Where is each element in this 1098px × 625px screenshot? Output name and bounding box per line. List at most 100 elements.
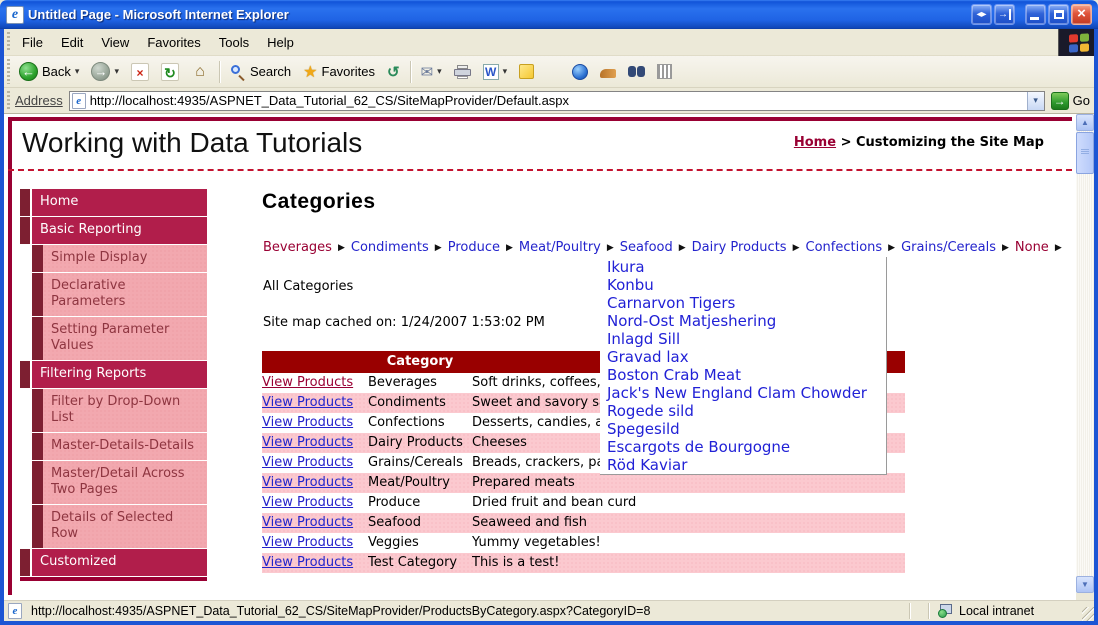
sidebar-item-details-of-selected-row[interactable]: Details of Selected Row xyxy=(32,505,207,549)
category-cell: Meat/Poultry xyxy=(368,475,450,490)
menu-arrow-icon: ▶ xyxy=(505,242,513,253)
menu-tools[interactable]: Tools xyxy=(210,32,258,53)
flyout-item-nord-ost-matjeshering[interactable]: Nord-Ost Matjeshering xyxy=(607,312,886,330)
addon-button-1[interactable] xyxy=(594,62,622,81)
category-menu-seafood[interactable]: Seafood xyxy=(620,240,673,255)
sidebar-item-declarative-parameters[interactable]: Declarative Parameters xyxy=(32,273,207,317)
forward-button[interactable]: → ▾ xyxy=(85,59,125,84)
sidebar-tab xyxy=(32,433,43,460)
sidebar-item-customized[interactable]: Customized xyxy=(20,549,207,576)
address-input[interactable]: e http://localhost:4935/ASPNET_Data_Tuto… xyxy=(68,90,1045,111)
category-menu-dairy-products[interactable]: Dairy Products xyxy=(692,240,787,255)
edit-with-word-button[interactable]: W ▾ xyxy=(477,61,514,83)
favorites-button[interactable]: ★ Favorites xyxy=(297,59,381,85)
view-products-link[interactable]: View Products xyxy=(262,555,353,570)
flyout-item-inlagd-sill[interactable]: Inlagd Sill xyxy=(607,330,886,348)
sidebar-item-master-details-details[interactable]: Master-Details-Details xyxy=(32,433,207,461)
scroll-down-button[interactable]: ▼ xyxy=(1076,576,1094,593)
print-button[interactable] xyxy=(448,62,477,82)
toolbar-grip-2[interactable] xyxy=(7,59,10,84)
category-menu-beverages[interactable]: Beverages xyxy=(263,240,332,255)
category-menu-produce[interactable]: Produce xyxy=(448,240,500,255)
view-products-link[interactable]: View Products xyxy=(262,515,353,530)
sidebar-item-label: Master/Detail Across Two Pages xyxy=(43,461,207,504)
sidebar-item-basic-reporting[interactable]: Basic Reporting xyxy=(20,217,207,244)
category-menu-grains-cereals[interactable]: Grains/Cereals xyxy=(901,240,996,255)
search-button[interactable]: Search xyxy=(224,61,297,83)
close-button[interactable]: × xyxy=(1071,4,1092,25)
view-products-link[interactable]: View Products xyxy=(262,415,353,430)
stop-icon: × xyxy=(130,62,149,81)
view-products-link[interactable]: View Products xyxy=(262,535,353,550)
research-button[interactable] xyxy=(622,62,651,81)
scrollbar-thumb[interactable] xyxy=(1076,132,1094,174)
address-url-text[interactable]: http://localhost:4935/ASPNET_Data_Tutori… xyxy=(90,93,1027,108)
minimize-button[interactable] xyxy=(1025,4,1046,25)
menu-view[interactable]: View xyxy=(92,32,138,53)
maximize-button[interactable] xyxy=(1048,4,1069,25)
toolbar-grip[interactable] xyxy=(7,31,10,53)
category-menu-condiments[interactable]: Condiments xyxy=(351,240,429,255)
stop-button[interactable]: × xyxy=(125,60,155,84)
flyout-item-rogede-sild[interactable]: Rogede sild xyxy=(607,402,886,420)
back-dropdown-icon[interactable]: ▾ xyxy=(75,66,80,77)
scroll-up-button[interactable]: ▲ xyxy=(1076,114,1094,131)
sitemap-cache-note: Site map cached on: 1/24/2007 1:53:02 PM xyxy=(263,315,545,330)
description-cell: Prepared meats xyxy=(472,475,575,490)
sidebar-item-simple-display[interactable]: Simple Display xyxy=(32,245,207,273)
description-cell: Dried fruit and bean curd xyxy=(472,495,637,510)
menu-bar: File Edit View Favorites Tools Help xyxy=(4,29,1098,56)
go-button[interactable]: → Go xyxy=(1045,91,1098,110)
history-button[interactable]: ↺ xyxy=(381,60,406,84)
vertical-scrollbar[interactable]: ▲ ▼ xyxy=(1076,114,1094,593)
menu-file[interactable]: File xyxy=(13,32,52,53)
home-button[interactable]: ⌂ xyxy=(185,60,215,84)
sidebar-item-setting-parameter-values[interactable]: Setting Parameter Values xyxy=(32,317,207,361)
view-products-link[interactable]: View Products xyxy=(262,455,353,470)
addon-button-2[interactable] xyxy=(651,61,678,82)
flyout-item-gravad-lax[interactable]: Gravad lax xyxy=(607,348,886,366)
refresh-button[interactable]: ↻ xyxy=(155,60,185,84)
flyout-item-konbu[interactable]: Konbu xyxy=(607,276,886,294)
flyout-item-carnarvon-tigers[interactable]: Carnarvon Tigers xyxy=(607,294,886,312)
sidebar-item-label: Setting Parameter Values xyxy=(43,317,207,360)
home-icon: ⌂ xyxy=(195,62,205,80)
view-products-link[interactable]: View Products xyxy=(262,435,353,450)
address-dropdown-button[interactable]: ▾ xyxy=(1026,91,1044,110)
breadcrumb-home-link[interactable]: Home xyxy=(794,135,836,150)
go-arrow-icon: → xyxy=(1050,91,1069,110)
view-products-link[interactable]: View Products xyxy=(262,475,353,490)
discuss-button[interactable] xyxy=(513,61,540,82)
category-menu-none[interactable]: None xyxy=(1015,240,1049,255)
flyout-item-escargots[interactable]: Escargots de Bourgogne xyxy=(607,438,886,456)
forward-dropdown-icon[interactable]: ▾ xyxy=(114,66,119,77)
back-button[interactable]: ← Back ▾ xyxy=(13,59,85,84)
view-products-link[interactable]: View Products xyxy=(262,375,353,390)
view-products-link[interactable]: View Products xyxy=(262,495,353,510)
menu-edit[interactable]: Edit xyxy=(52,32,92,53)
sidebar-item-filtering-reports[interactable]: Filtering Reports xyxy=(20,361,207,388)
flyout-item-ikura[interactable]: Ikura xyxy=(607,258,886,276)
sidebar-item-home[interactable]: Home xyxy=(20,189,207,216)
category-menu-confections[interactable]: Confections xyxy=(806,240,883,255)
flyout-item-boston-crab-meat[interactable]: Boston Crab Meat xyxy=(607,366,886,384)
flyout-item-spegesild[interactable]: Spegesild xyxy=(607,420,886,438)
page-left-border xyxy=(8,117,12,595)
mail-button[interactable]: ✉ ▾ xyxy=(415,60,448,84)
messenger-button[interactable] xyxy=(566,61,594,83)
addressbar-grip[interactable] xyxy=(7,90,10,111)
word-dropdown-icon[interactable]: ▾ xyxy=(503,66,508,77)
flyout-item-jacks-clam-chowder[interactable]: Jack's New England Clam Chowder xyxy=(607,384,886,402)
mail-dropdown-icon[interactable]: ▾ xyxy=(437,66,442,77)
sidebar-item-filter-by-dropdown-list[interactable]: Filter by Drop-Down List xyxy=(32,389,207,433)
menu-help[interactable]: Help xyxy=(258,32,303,53)
flyout-item-rod-kaviar[interactable]: Röd Kaviar xyxy=(607,456,886,474)
breadcrumb-current: Customizing the Site Map xyxy=(856,135,1044,150)
category-menu-meat-poultry[interactable]: Meat/Poultry xyxy=(519,240,601,255)
view-products-link[interactable]: View Products xyxy=(262,395,353,410)
thumb-grip xyxy=(1081,149,1089,155)
window-fullscreen-button[interactable]: → xyxy=(994,4,1015,25)
menu-favorites[interactable]: Favorites xyxy=(138,32,209,53)
sidebar-item-master-detail-two-pages[interactable]: Master/Detail Across Two Pages xyxy=(32,461,207,505)
window-nav-button[interactable]: ◂▸ xyxy=(971,4,992,25)
